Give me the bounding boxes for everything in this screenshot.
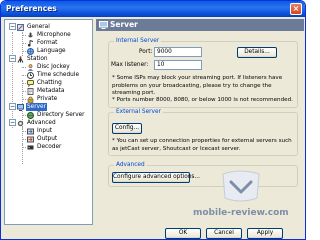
tree-item-input[interactable]: Input	[27, 127, 53, 135]
streaming-port-note: * Some ISPs may block your streaming por…	[112, 75, 283, 96]
chat-icon	[27, 79, 34, 87]
external-server-note: * You can set up connection properties f…	[112, 138, 292, 152]
station-icon	[17, 55, 24, 63]
tree-item-disc-jockey[interactable]: Disc Jockey	[27, 63, 71, 71]
language-icon	[27, 47, 34, 55]
preferences-window: Preferences × − General Microphone Forma…	[0, 0, 306, 240]
metadata-icon	[27, 87, 34, 95]
tree-item-microphone[interactable]: Microphone	[27, 31, 72, 39]
expander-server[interactable]: −	[9, 103, 16, 110]
expander-general[interactable]: −	[9, 23, 16, 30]
tree-item-metadata[interactable]: Metadata	[27, 87, 65, 95]
tree-item-server[interactable]: Server	[17, 103, 48, 111]
port-input[interactable]: 9000	[154, 47, 202, 57]
tree-item-station[interactable]: Station	[17, 55, 49, 63]
decoder-icon	[27, 144, 34, 151]
cancel-button[interactable]: Cancel	[206, 228, 242, 239]
tree-item-decoder[interactable]: Decoder	[27, 143, 62, 151]
private-icon	[27, 96, 34, 103]
close-button[interactable]: ×	[290, 3, 302, 15]
tree-item-time-schedule[interactable]: Time schedule	[27, 71, 80, 79]
advanced-title: Advanced	[114, 161, 147, 169]
format-icon	[27, 39, 34, 47]
tree-item-directory-server[interactable]: Directory Server	[27, 111, 86, 119]
expander-station[interactable]: −	[9, 55, 16, 62]
apply-button[interactable]: Apply	[247, 228, 283, 239]
server-header-icon	[99, 21, 108, 31]
general-icon	[17, 23, 24, 31]
tree-item-output[interactable]: Output	[27, 135, 58, 143]
disc-jockey-icon	[27, 63, 34, 71]
server-icon	[17, 103, 24, 111]
external-config-button[interactable]: Config...	[112, 123, 142, 134]
expander-advanced[interactable]: −	[9, 119, 16, 126]
configure-advanced-button[interactable]: Configure advanced options...	[112, 172, 200, 183]
internal-server-title: Internal Server	[114, 37, 162, 45]
panel-header: Server	[96, 19, 304, 31]
output-icon	[27, 136, 34, 143]
directory-server-icon	[27, 111, 34, 119]
details-button[interactable]: Details...	[237, 47, 277, 58]
advanced-group: Advanced Configure advanced options...	[108, 161, 298, 187]
max-listener-label: Max listener:	[111, 62, 149, 68]
internal-server-group: Internal Server Port: 9000 Details... Ma…	[108, 37, 298, 108]
port-warning-note: * Ports number 8000, 8080, or below 1000…	[112, 97, 293, 103]
input-icon	[27, 128, 34, 135]
external-server-group: External Server Config... * You can set …	[108, 108, 298, 156]
panel-title: Server	[110, 20, 138, 29]
watermark-text: mobile-review.com	[193, 208, 289, 218]
external-server-title: External Server	[114, 108, 163, 116]
tree-item-chatting[interactable]: Chatting	[27, 79, 63, 87]
window-title: Preferences	[6, 4, 57, 13]
tree-item-format[interactable]: Format	[27, 39, 58, 47]
port-label: Port:	[139, 49, 153, 55]
clock-icon	[27, 71, 34, 79]
mobile-review-logo	[217, 170, 265, 206]
microphone-icon	[27, 32, 34, 39]
tree-item-general[interactable]: General	[17, 23, 51, 31]
tree-item-private[interactable]: Private	[27, 95, 58, 103]
title-bar[interactable]: Preferences ×	[1, 1, 305, 17]
preferences-tree[interactable]: − General Microphone Format Language − S…	[4, 19, 93, 225]
ok-button[interactable]: OK	[165, 228, 201, 239]
server-settings-panel: Server Internal Server Port: 9000 Detail…	[96, 19, 304, 225]
tree-item-language[interactable]: Language	[27, 47, 67, 55]
max-listener-input[interactable]: 10	[154, 60, 202, 70]
